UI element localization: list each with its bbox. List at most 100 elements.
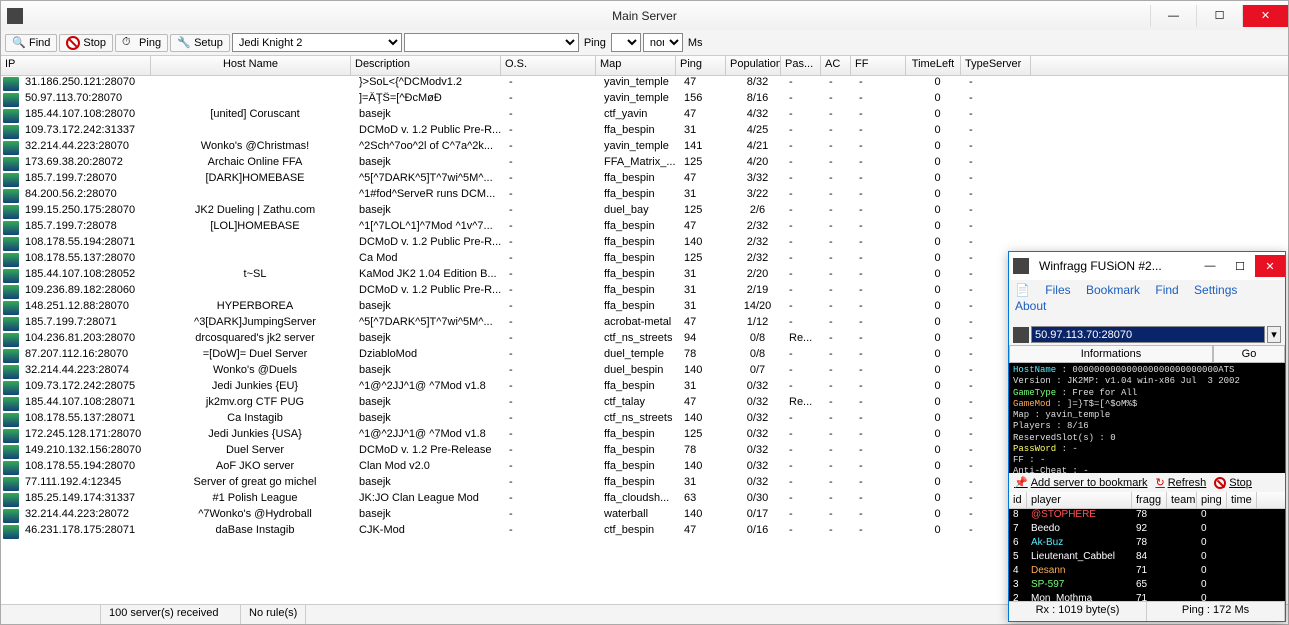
server-row[interactable]: 173.69.38.20:28072 Archaic Online FFA ba… [1,156,1288,172]
column-header[interactable]: FF [851,56,906,75]
server-row[interactable]: 185.7.199.7:28078 [LOL]HOMEBASE ^1[^7LOL… [1,220,1288,236]
column-header[interactable]: TimeLeft [906,56,961,75]
column-header[interactable]: Host Name [151,56,351,75]
column-header[interactable]: AC [821,56,851,75]
sub-actions: 📌 Add server to bookmark ↻ Refresh Stop [1009,473,1285,492]
server-icon [3,93,19,107]
column-headers: IPHost NameDescriptionO.S.MapPingPopulat… [1,56,1288,76]
server-row[interactable]: 50.97.113.70:28070 ]=ÂŢŜ=[^ĐcMøĐ - yavin… [1,92,1288,108]
setup-button[interactable]: Setup [170,34,230,52]
column-header[interactable]: Description [351,56,501,75]
ms-label: Ms [685,37,706,49]
server-icon [3,301,19,315]
stop-link[interactable]: Stop [1214,477,1252,489]
player-column-header[interactable]: id [1009,492,1027,508]
player-column-header[interactable]: ping [1197,492,1227,508]
player-row[interactable]: 5Lieutenant_Cabbel840 [1009,551,1285,565]
server-icon [3,477,19,491]
server-row[interactable]: 84.200.56.2:28070 ^1#fod^ServeR runs DCM… [1,188,1288,204]
game-select[interactable]: Jedi Knight 2 [232,33,402,52]
player-column-header[interactable]: player [1027,492,1132,508]
app-icon [7,8,23,24]
ping-button[interactable]: Ping [115,34,168,52]
address-bar: ▾ [1009,324,1285,345]
toolbar: Find Stop Ping Setup Jedi Knight 2 Ping … [1,30,1288,56]
server-icon [3,253,19,267]
sub-maximize-button[interactable]: ☐ [1225,255,1255,277]
player-row[interactable]: 2Mon_Mothma710 [1009,593,1285,601]
menu-find[interactable]: Find [1155,283,1178,297]
clock-icon [122,36,136,50]
stop-icon [66,36,80,50]
ping-value-select[interactable]: none [643,33,683,52]
column-header[interactable]: Map [596,56,676,75]
tab-informations[interactable]: Informations [1009,345,1213,363]
server-row[interactable]: 109.73.172.242:31337 DCMoD v. 1.2 Public… [1,124,1288,140]
ping-label: Ping [581,37,609,49]
player-row[interactable]: 3SP-597650 [1009,579,1285,593]
titlebar: Main Server — ☐ ✕ [1,1,1288,30]
status-cell [1,605,101,624]
close-button[interactable]: ✕ [1242,5,1288,27]
column-header[interactable]: Pas... [781,56,821,75]
status-ping: Ping : 172 Ms [1147,602,1285,621]
add-bookmark-link[interactable]: 📌 Add server to bookmark [1014,476,1147,489]
menu-settings[interactable]: Settings [1194,283,1237,297]
player-row[interactable]: 8@STOPHERE780 [1009,509,1285,523]
server-row[interactable]: 32.214.44.223:28070 Wonko's @Christmas! … [1,140,1288,156]
menu-about[interactable]: About [1015,299,1046,313]
column-header[interactable]: O.S. [501,56,596,75]
server-icon [3,221,19,235]
sub-statusbar: Rx : 1019 byte(s) Ping : 172 Ms [1009,601,1285,621]
player-row[interactable]: 4Desann710 [1009,565,1285,579]
server-icon [3,237,19,251]
sub-menu: 📄 Files Bookmark Find Settings About [1009,280,1285,324]
server-icon [3,445,19,459]
player-row[interactable]: 7Beedo920 [1009,523,1285,537]
player-row[interactable]: 6Ak-Buz780 [1009,537,1285,551]
address-dropdown[interactable]: ▾ [1267,326,1281,343]
refresh-link[interactable]: ↻ Refresh [1155,476,1206,489]
go-button[interactable]: Go [1213,345,1285,363]
app-icon [1013,258,1029,274]
server-icon [3,349,19,363]
menu-files[interactable]: Files [1045,283,1070,297]
player-column-header[interactable]: team [1167,492,1197,508]
server-row[interactable]: 31.186.250.121:28070 }>SoL<{^DCModv1.2 -… [1,76,1288,92]
stop-icon [1214,477,1226,489]
wrench-icon [177,36,191,50]
sub-close-button[interactable]: ✕ [1255,255,1285,277]
address-input[interactable] [1031,326,1265,343]
column-header[interactable]: IP [1,56,151,75]
server-icon [3,157,19,171]
player-column-header[interactable]: time [1227,492,1257,508]
sub-window-title: Winfragg FUSiON #2... [1033,259,1195,273]
server-icon [3,205,19,219]
stop-button[interactable]: Stop [59,34,113,52]
server-icon [3,269,19,283]
server-icon [3,413,19,427]
server-icon [3,525,19,539]
server-icon [3,493,19,507]
sub-minimize-button[interactable]: — [1195,255,1225,277]
server-icon [3,77,19,91]
server-row[interactable]: 199.15.250.175:28070 JK2 Dueling | Zathu… [1,204,1288,220]
column-header[interactable]: TypeServer [961,56,1031,75]
column-header[interactable]: Ping [676,56,726,75]
server-row[interactable]: 185.44.107.108:28070 [united] Coruscant … [1,108,1288,124]
player-column-header[interactable]: fragg [1132,492,1167,508]
filter-select[interactable] [404,33,579,52]
maximize-button[interactable]: ☐ [1196,5,1242,27]
player-list[interactable]: 8@STOPHERE7807Beedo9206Ak-Buz7805Lieuten… [1009,509,1285,601]
ping-op-select[interactable] [611,33,641,52]
minimize-button[interactable]: — [1150,5,1196,27]
menu-bookmark[interactable]: Bookmark [1086,283,1140,297]
server-icon [1013,327,1029,343]
window-title: Main Server [612,9,677,23]
column-header[interactable]: Population [726,56,781,75]
player-columns: idplayerfraggteampingtime [1009,492,1285,509]
server-row[interactable]: 108.178.55.194:28071 DCMoD v. 1.2 Public… [1,236,1288,252]
server-row[interactable]: 185.7.199.7:28070 [DARK]HOMEBASE ^5[^7DA… [1,172,1288,188]
find-button[interactable]: Find [5,34,57,52]
server-icon [3,141,19,155]
